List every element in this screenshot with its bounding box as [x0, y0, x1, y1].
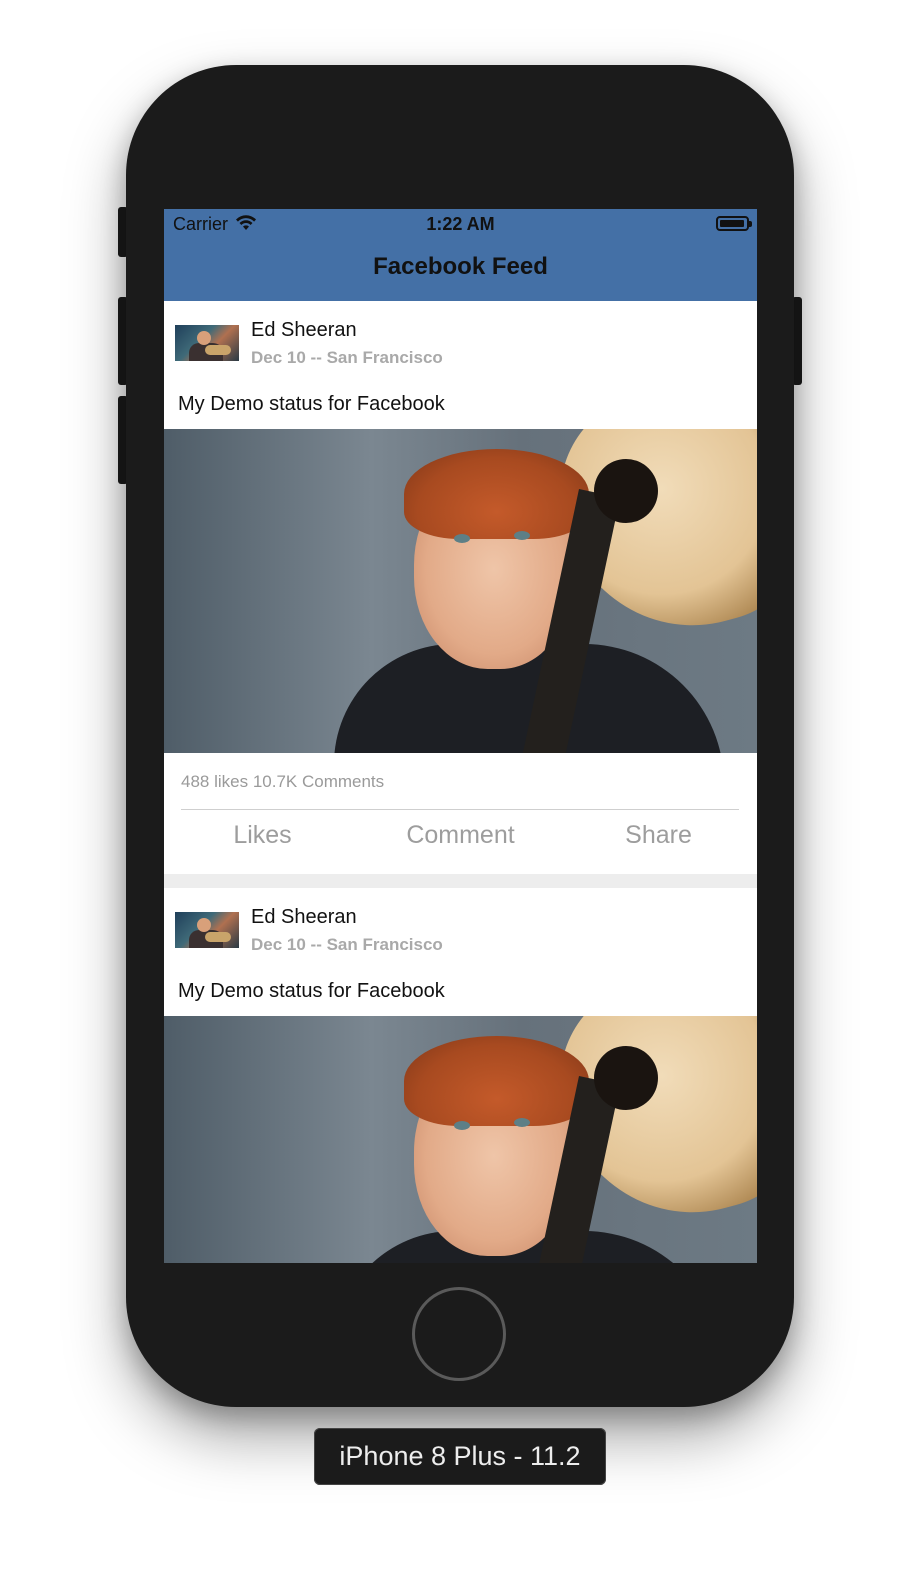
divider	[181, 809, 739, 810]
post-photo[interactable]	[164, 429, 757, 753]
page-title: Facebook Feed	[373, 253, 548, 280]
feed-post: Ed Sheeran Dec 10 -- San Francisco My De…	[164, 301, 757, 874]
avatar[interactable]	[175, 912, 239, 948]
post-actions: Likes Comment Share	[164, 821, 757, 861]
feed-post: Ed Sheeran Dec 10 -- San Francisco My De…	[164, 888, 757, 1263]
post-status-text: My Demo status for Facebook	[178, 980, 445, 1002]
post-date-location: Dec 10 -- San Francisco	[251, 348, 443, 367]
app-screen: Carrier 1:22 AM Facebook Feed Ed Sheeran…	[164, 209, 757, 1263]
battery-icon	[716, 216, 752, 231]
share-button[interactable]: Share	[560, 821, 757, 850]
navigation-bar: Carrier 1:22 AM Facebook Feed	[164, 209, 757, 301]
post-author-name[interactable]: Ed Sheeran	[251, 319, 357, 342]
post-status-text: My Demo status for Facebook	[178, 393, 445, 415]
avatar[interactable]	[175, 325, 239, 361]
post-photo[interactable]	[164, 1016, 757, 1263]
post-like-comment-counts: 488 likes 10.7K Comments	[181, 772, 385, 791]
device-label: iPhone 8 Plus - 11.2	[314, 1428, 606, 1485]
home-button[interactable]	[412, 1287, 506, 1381]
post-author-name[interactable]: Ed Sheeran	[251, 906, 357, 929]
like-button[interactable]: Likes	[164, 821, 361, 850]
post-date-location: Dec 10 -- San Francisco	[251, 935, 443, 954]
status-time: 1:22 AM	[426, 214, 495, 234]
comment-button[interactable]: Comment	[362, 821, 559, 850]
